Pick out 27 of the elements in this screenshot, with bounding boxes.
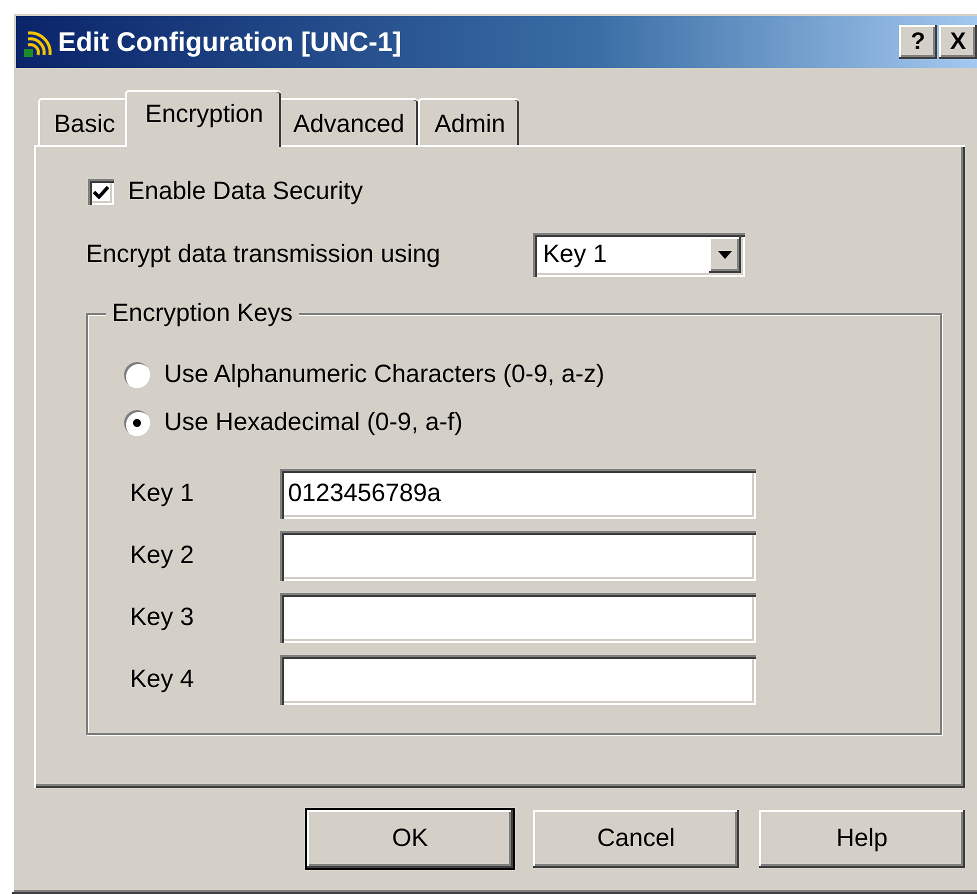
key-label: Key 3	[129, 602, 195, 633]
radio-button[interactable]	[124, 362, 150, 388]
key-input-field[interactable]	[280, 530, 756, 580]
checkmark-icon	[93, 184, 109, 199]
key-label: Key 1	[129, 478, 195, 509]
dialog-button[interactable]: Help	[759, 810, 965, 868]
key-input-field[interactable]	[280, 654, 756, 704]
checkbox-label: Enable Data Security	[128, 176, 363, 207]
tab[interactable]: Encryption	[125, 90, 282, 147]
help-title-button[interactable]: ?	[899, 25, 937, 59]
radio-label: Use Hexadecimal (0-9, a-f)	[164, 406, 463, 438]
dialog-button[interactable]: Cancel	[533, 810, 739, 868]
key-dropdown[interactable]: Key 1	[533, 232, 745, 276]
window-title: Edit Configuration [UNC-1]	[58, 26, 402, 59]
dialog-button[interactable]: OK	[307, 810, 513, 868]
key-label: Key 2	[129, 540, 195, 571]
key-input-field[interactable]: 0123456789a	[280, 468, 756, 518]
field-label: Encrypt data transmission using	[86, 238, 442, 270]
tab[interactable]: Admin	[418, 98, 520, 145]
caret-icon	[718, 250, 732, 258]
key-input-field[interactable]	[280, 592, 756, 642]
checkbox[interactable]	[88, 178, 114, 205]
radio-label: Use Alphanumeric Characters (0-9, a-z)	[164, 358, 604, 390]
radio-button[interactable]	[124, 410, 150, 436]
close-button[interactable]: X	[939, 25, 977, 59]
dropdown-arrow-button[interactable]	[709, 236, 741, 272]
key-label: Key 4	[129, 664, 195, 695]
